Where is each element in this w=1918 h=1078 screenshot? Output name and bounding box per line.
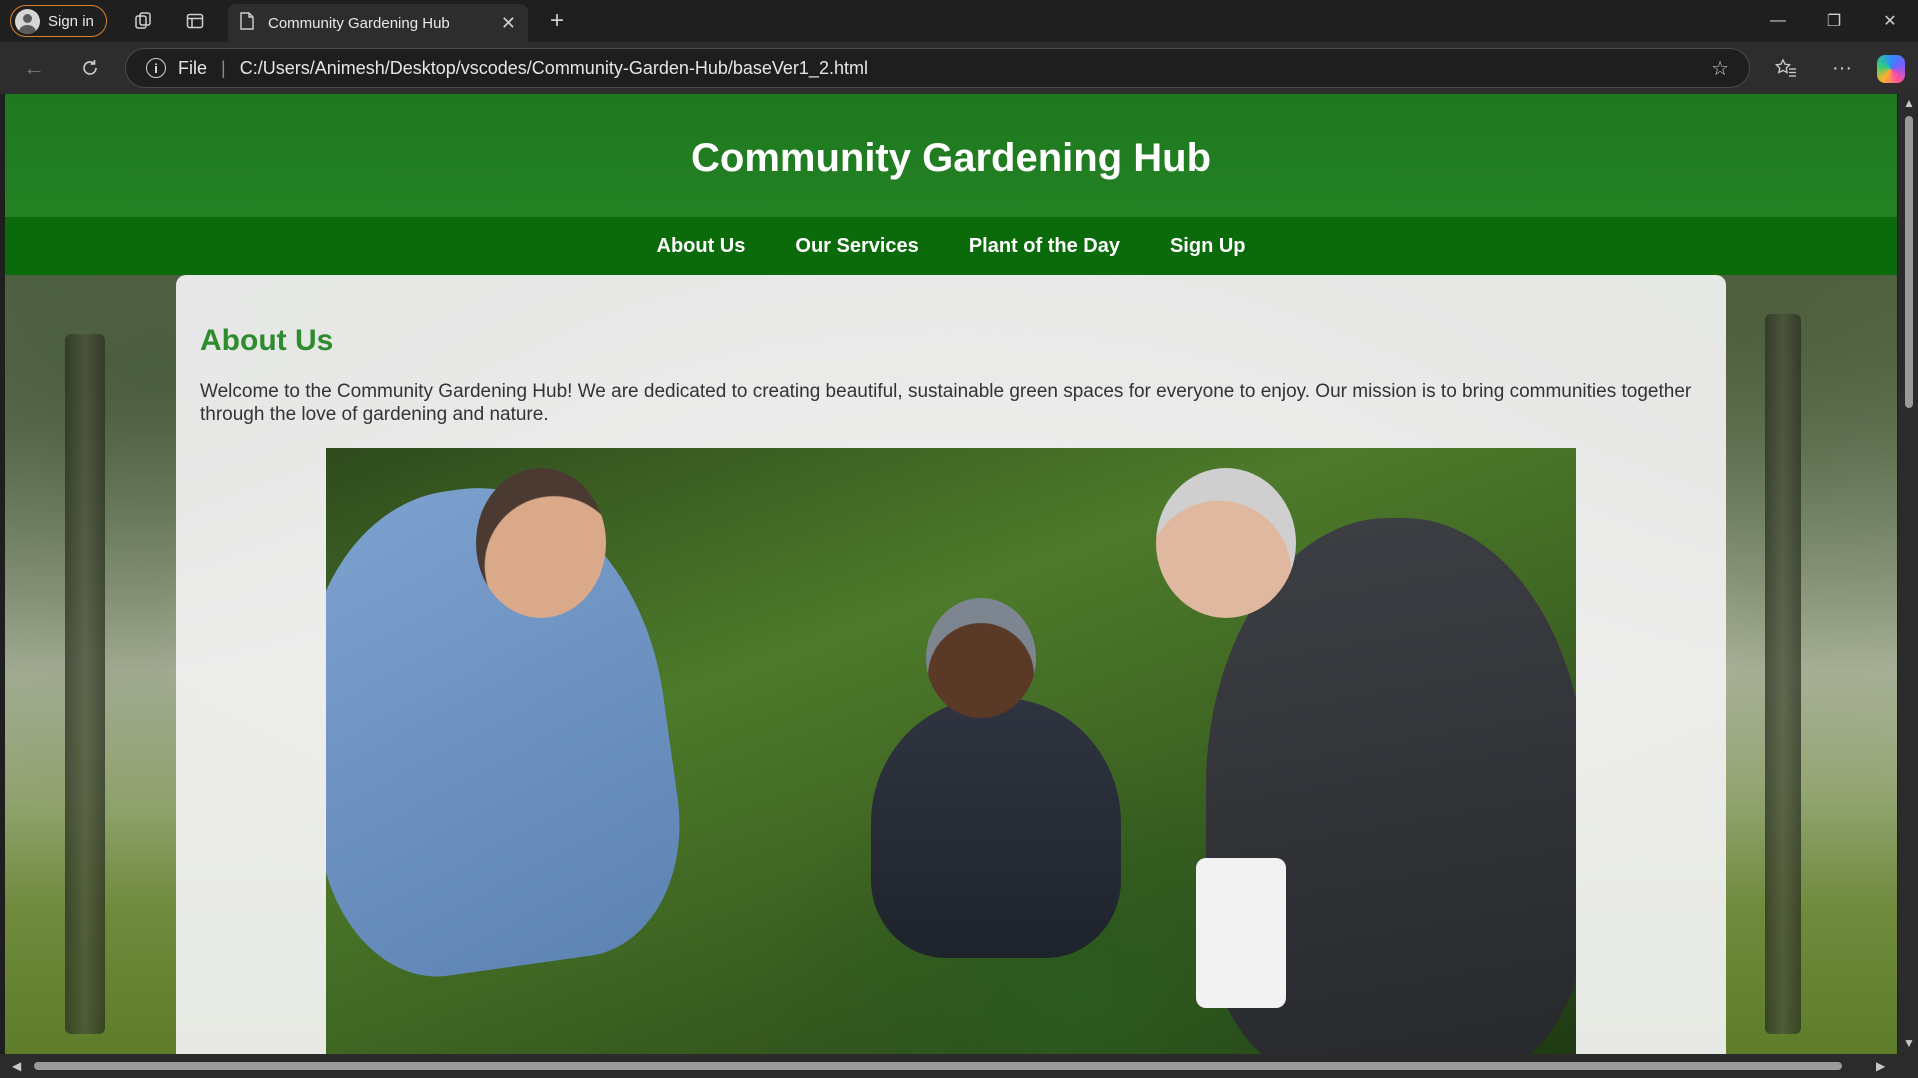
site-title: Community Gardening Hub	[691, 136, 1211, 180]
restore-icon[interactable]: ❐	[1806, 4, 1862, 38]
scroll-up-arrow-icon[interactable]: ▲	[1903, 96, 1915, 110]
site-header: Community Gardening Hub	[5, 94, 1897, 217]
scroll-down-arrow-icon[interactable]: ▼	[1903, 1036, 1915, 1050]
scroll-right-arrow-icon[interactable]: ▶	[1876, 1059, 1885, 1073]
horizontal-scrollbar[interactable]: ◀ ▶	[0, 1054, 1918, 1078]
about-heading: About Us	[200, 324, 334, 357]
about-section: About Us Welcome to the Community Garden…	[176, 275, 1726, 1054]
sign-in-button[interactable]: Sign in	[10, 5, 107, 37]
workspaces-icon[interactable]	[128, 6, 158, 36]
page-viewport: Community Gardening Hub About Us Our Ser…	[5, 94, 1897, 1054]
minimize-icon[interactable]: —	[1750, 4, 1806, 38]
gardeners-photo	[326, 448, 1576, 1054]
photo-head-right	[1156, 468, 1296, 618]
close-window-icon[interactable]: ✕	[1862, 4, 1918, 38]
back-arrow-icon[interactable]: ←	[18, 52, 50, 84]
vertical-scroll-thumb[interactable]	[1905, 116, 1913, 408]
tab-title: Community Gardening Hub	[268, 14, 450, 32]
nav-link-plant-of-the-day[interactable]: Plant of the Day	[969, 235, 1120, 258]
site-info-icon[interactable]: i	[146, 58, 166, 78]
document-icon	[240, 12, 254, 34]
vertical-scrollbar[interactable]: ▲ ▼	[1898, 94, 1918, 1054]
tab-community-gardening-hub[interactable]: Community Gardening Hub ✕	[228, 4, 528, 42]
tab-close-icon[interactable]: ✕	[501, 13, 516, 34]
more-options-icon[interactable]: ···	[1826, 52, 1858, 84]
new-tab-button[interactable]: +	[542, 6, 572, 36]
nav-link-our-services[interactable]: Our Services	[795, 235, 918, 258]
photo-head-middle	[926, 598, 1036, 718]
tab-actions-icon[interactable]	[180, 6, 210, 36]
favorites-icon[interactable]	[1770, 52, 1802, 84]
nav-link-sign-up[interactable]: Sign Up	[1170, 235, 1246, 258]
about-text: Welcome to the Community Gardening Hub! …	[200, 381, 1692, 425]
photo-white-boots	[1196, 858, 1286, 1008]
address-separator: |	[221, 57, 226, 78]
scroll-left-arrow-icon[interactable]: ◀	[12, 1059, 21, 1073]
favorite-star-icon[interactable]: ☆	[1711, 56, 1729, 81]
nav-link-about-us[interactable]: About Us	[657, 235, 746, 258]
horizontal-scroll-thumb[interactable]	[34, 1062, 1842, 1070]
site-nav: About Us Our Services Plant of the Day S…	[5, 217, 1897, 275]
address-scheme: File	[178, 57, 208, 78]
browser-toolbar: ← i File | C:/Users/Animesh/Desktop/vsco…	[0, 42, 1918, 94]
browser-tab-bar: Sign in Community Gardening Hub ✕ + — ❐ …	[0, 0, 1918, 42]
photo-head-left	[476, 468, 606, 618]
refresh-icon[interactable]	[74, 52, 106, 84]
copilot-icon[interactable]	[1876, 54, 1906, 84]
profile-avatar-icon	[15, 8, 40, 34]
address-url: C:/Users/Animesh/Desktop/vscodes/Communi…	[239, 57, 868, 78]
sign-in-label: Sign in	[48, 12, 94, 30]
address-bar[interactable]: i File | C:/Users/Animesh/Desktop/vscode…	[125, 48, 1750, 88]
photo-gardener-middle	[871, 698, 1121, 958]
